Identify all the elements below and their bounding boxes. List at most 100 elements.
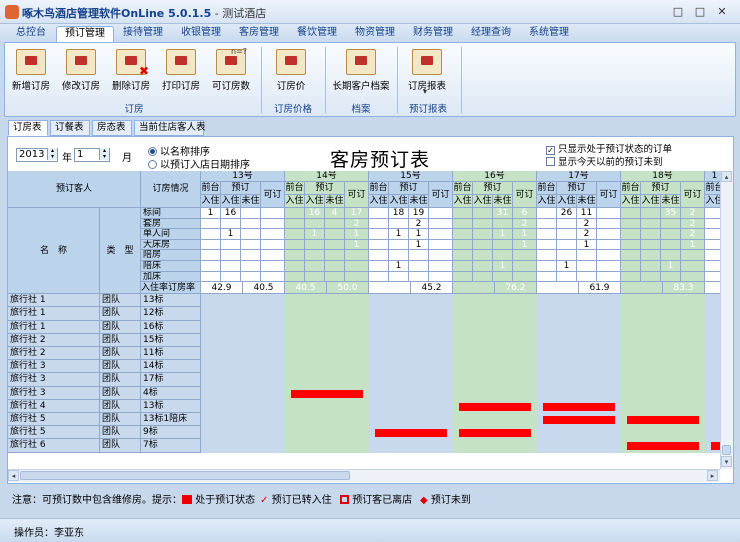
- sort-by-date-radio[interactable]: 以预订入店日期排序: [148, 156, 250, 171]
- not-arrived-icon: ◆: [420, 495, 428, 506]
- day-cell: [453, 294, 537, 308]
- show-before-today-checkbox[interactable]: 显示今天以前的预订未到: [546, 154, 663, 168]
- count-cell: [261, 229, 285, 240]
- day-cell: [621, 399, 705, 413]
- ribbon-button-6[interactable]: 长期客户档案: [331, 47, 391, 97]
- count-cell: [325, 218, 345, 230]
- vertical-scroll-thumb[interactable]: [722, 445, 731, 455]
- day-cell: [285, 413, 369, 427]
- day-cell: [201, 347, 285, 361]
- ribbon-button-label: 长期客户档案: [332, 81, 390, 92]
- scroll-up-icon[interactable]: ▴: [721, 171, 732, 182]
- day-cell: [705, 399, 720, 413]
- subtab-1[interactable]: 订餐表: [50, 120, 90, 136]
- sub-header-available: 可订: [261, 182, 285, 208]
- reservation-bar[interactable]: [543, 402, 615, 411]
- reservation-bar[interactable]: [375, 429, 447, 438]
- scroll-left-icon[interactable]: ◂: [8, 470, 19, 481]
- tab-2[interactable]: 接待管理: [114, 26, 172, 42]
- day-cell: [621, 373, 705, 387]
- year-stepper[interactable]: 2013: [16, 148, 58, 162]
- tab-5[interactable]: 餐饮管理: [288, 26, 346, 42]
- day-cell: [285, 294, 369, 308]
- booking-grid[interactable]: 预订客人 订房情况名 称类 型标间 套房 单人间 大床房 陪房 陪床 加床 入住率订房率 13号前…: [8, 171, 720, 469]
- tab-7[interactable]: 财务管理: [404, 26, 462, 42]
- scroll-down-icon[interactable]: ▾: [721, 456, 732, 467]
- subtab-3[interactable]: 当前住店客人表: [134, 120, 206, 136]
- day-cell: [705, 413, 720, 427]
- tab-0[interactable]: 总控台: [6, 26, 56, 42]
- day-cell: [621, 294, 705, 308]
- status-bar: 操作员：李亚东: [0, 518, 740, 542]
- count-cell: [641, 261, 661, 272]
- count-cell: [285, 218, 305, 230]
- day-cell: [705, 426, 720, 440]
- name-header-cell: 名 称: [8, 208, 100, 295]
- count-cell: [661, 229, 681, 240]
- day-cell: [621, 426, 705, 440]
- minimize-button[interactable]: □: [670, 5, 686, 19]
- count-cell: 1: [221, 229, 241, 240]
- tab-3[interactable]: 收银管理: [172, 26, 230, 42]
- count-cell: [705, 208, 720, 219]
- subtab-2[interactable]: 房态表: [92, 120, 132, 136]
- count-cell: [325, 239, 345, 251]
- count-cell: [201, 239, 221, 251]
- subtab-0[interactable]: 订房表: [8, 120, 48, 136]
- day-cell: [369, 294, 453, 308]
- tab-9[interactable]: 系统管理: [520, 26, 578, 42]
- reservation-bar[interactable]: [627, 442, 699, 451]
- booking-header-cell: 订房情况: [141, 171, 201, 208]
- ribbon-toolbar: 新增订房修改订房删除订房打印订房可订房数订房价长期客户档案订房报表▾订房订房价格…: [4, 42, 736, 117]
- count-cell: [241, 208, 261, 219]
- reservation-bar[interactable]: [291, 389, 363, 398]
- count-cell: [241, 239, 261, 251]
- day-cell: [285, 307, 369, 321]
- count-cell: 1: [661, 261, 681, 272]
- day-cell: [453, 360, 537, 374]
- day-cell: [285, 320, 369, 334]
- day-cell: [705, 360, 720, 374]
- count-cell: 18: [389, 208, 409, 219]
- operator-label: 操作员：李亚东: [14, 528, 84, 539]
- sub-header-in: 入住: [285, 195, 305, 208]
- day-cell: [201, 320, 285, 334]
- sub-header-in2: 入住: [557, 195, 577, 208]
- ribbon-button-1[interactable]: 修改订房: [59, 47, 103, 97]
- day-header: 16号: [453, 171, 537, 182]
- tab-4[interactable]: 客房管理: [230, 26, 288, 42]
- ribbon-button-3[interactable]: 打印订房: [159, 47, 203, 97]
- reservation-bar[interactable]: [543, 416, 615, 424]
- ribbon-button-4[interactable]: 可订房数: [209, 47, 253, 97]
- close-button[interactable]: ✕: [714, 5, 730, 19]
- maximize-button[interactable]: □: [692, 5, 708, 19]
- day-cell: [705, 294, 720, 308]
- only-reserved-checkbox[interactable]: ✓ 只显示处于预订状态的订单: [546, 141, 672, 155]
- count-cell: [369, 218, 389, 230]
- day-cell: [369, 333, 453, 347]
- tab-1[interactable]: 预订管理: [56, 26, 114, 42]
- horizontal-scrollbar[interactable]: ◂ ▸: [8, 469, 720, 482]
- ribbon-button-5[interactable]: 订房价: [267, 47, 315, 97]
- scroll-right-icon[interactable]: ▸: [707, 470, 718, 481]
- reservation-bar[interactable]: [459, 429, 531, 438]
- day-cell: [201, 360, 285, 374]
- reservation-bar[interactable]: [711, 442, 720, 451]
- reservation-bar[interactable]: [627, 416, 699, 424]
- tab-6[interactable]: 物资管理: [346, 26, 404, 42]
- guest-name-cell: 旅行社 4: [8, 399, 100, 413]
- count-cell: 1: [345, 229, 369, 240]
- ribbon-button-0[interactable]: 新增订房: [9, 47, 53, 97]
- tab-8[interactable]: 经理查询: [462, 26, 520, 42]
- vertical-scrollbar[interactable]: ▴ ▾: [720, 171, 733, 469]
- horizontal-scroll-thumb[interactable]: [20, 471, 350, 480]
- report-dropdown-icon[interactable]: ▾: [423, 87, 427, 96]
- day-cell: [369, 386, 453, 400]
- ribbon-button-2[interactable]: 删除订房: [109, 47, 153, 97]
- occupancy-rate: [537, 282, 579, 295]
- count-cell: 1: [305, 229, 325, 240]
- reservation-bar[interactable]: [459, 402, 531, 411]
- count-cell: [389, 271, 409, 283]
- count-cell: [221, 218, 241, 230]
- month-stepper[interactable]: 1: [74, 148, 110, 162]
